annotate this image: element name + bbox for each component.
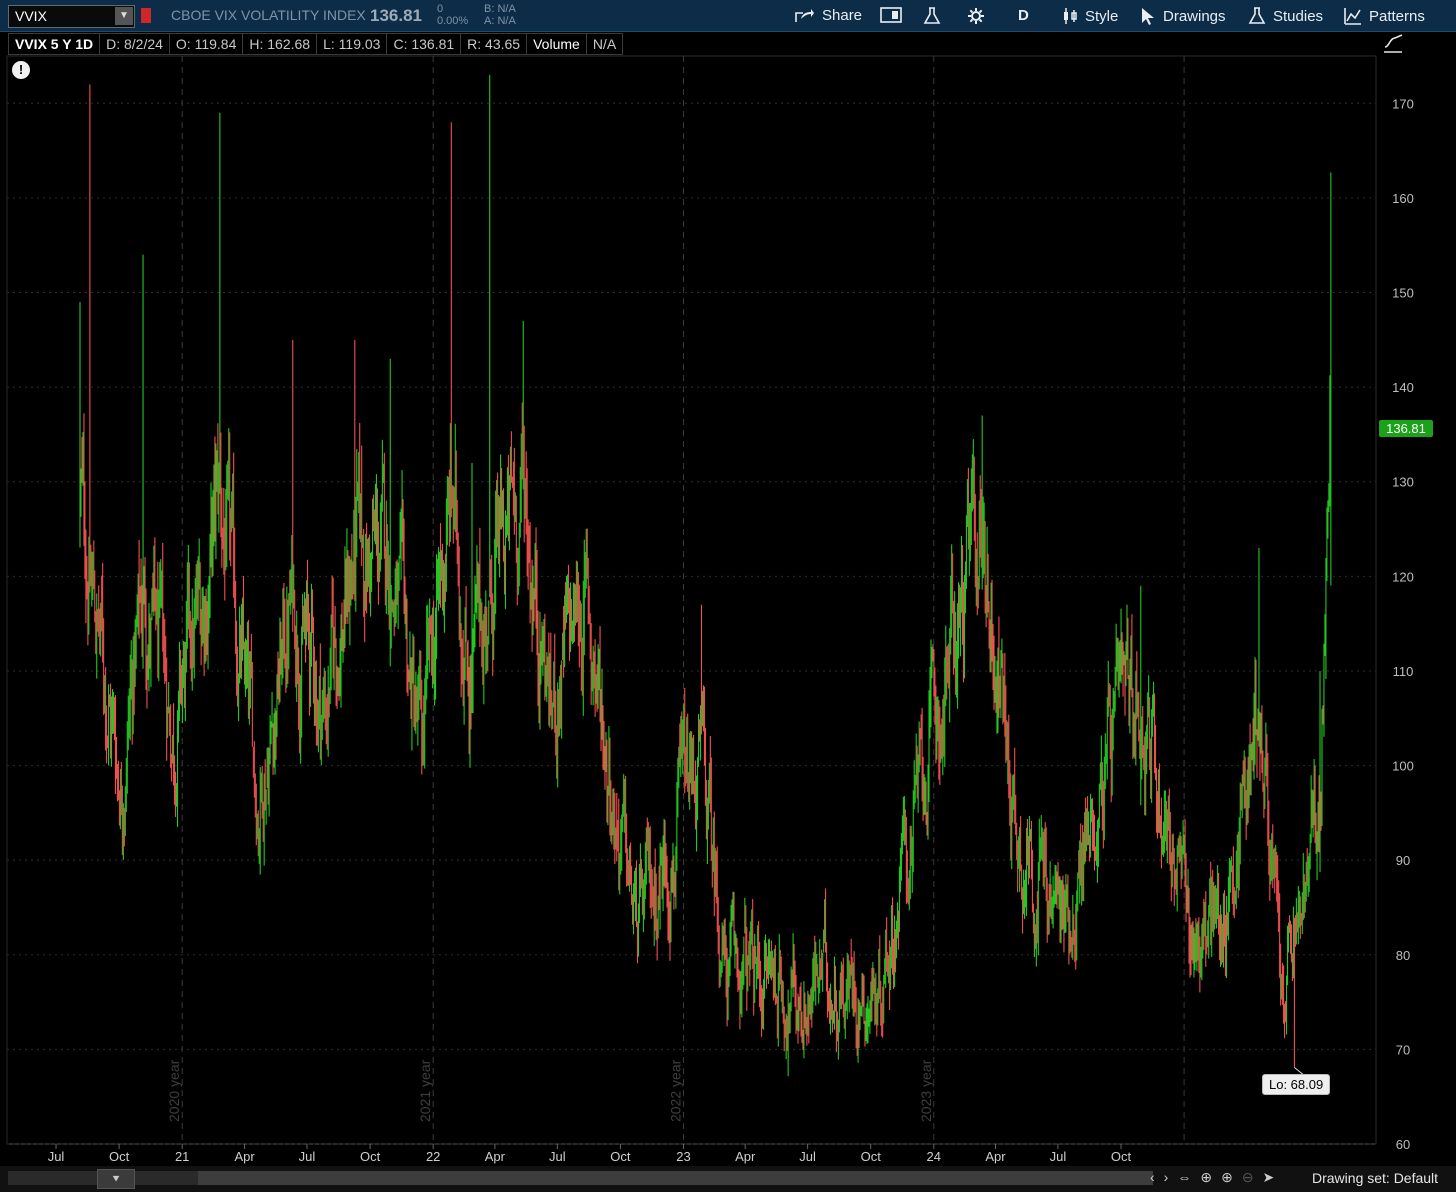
scroll-right-icon[interactable]: ›	[1164, 1169, 1169, 1186]
expand-down-button[interactable]: ⯆	[97, 1169, 135, 1189]
chart-name: VVIX 5 Y 1D	[8, 33, 101, 55]
volume-label: Volume	[526, 33, 587, 55]
x-tick-label: 24	[927, 1149, 941, 1164]
x-tick-label: Oct	[1111, 1149, 1132, 1164]
trendline-icon	[1384, 34, 1403, 53]
x-tick-label: Oct	[109, 1149, 130, 1164]
x-tick-label: Oct	[861, 1149, 882, 1164]
x-tick-label: Jul	[48, 1149, 65, 1164]
study-toggle-button[interactable]	[1382, 33, 1404, 58]
year-marker-label: 2021 year	[417, 1059, 433, 1122]
y-tick-label: 90	[1396, 853, 1410, 868]
year-marker-label: 2023 year	[918, 1059, 934, 1122]
x-tick-label: Jul	[1050, 1149, 1067, 1164]
bar-open: O: 119.84	[168, 33, 244, 55]
alert-icon[interactable]: !	[12, 61, 30, 79]
y-tick-label: 170	[1392, 96, 1414, 111]
drawing-set-label: Drawing set: Default	[1312, 1170, 1439, 1186]
y-tick-label: 120	[1392, 569, 1414, 584]
year-marker-label: 2020 year	[166, 1059, 182, 1122]
horizontal-grid	[7, 102, 1376, 1145]
y-tick-label: 70	[1396, 1042, 1410, 1057]
chevron-down-icon: ⯆	[111, 1172, 121, 1186]
scroll-thumb[interactable]	[198, 1171, 1153, 1185]
year-marker-label: 2022 year	[667, 1059, 683, 1122]
pointer-icon[interactable]: ➤	[1263, 1169, 1275, 1186]
price-chart[interactable]: 60 70 80 90 100 110 120 130 140 150 160 170 Jul Oct 2…	[0, 0, 1456, 1166]
bar-range: R: 43.65	[460, 33, 528, 55]
y-tick-label: 150	[1392, 286, 1414, 301]
volume-value: N/A	[585, 33, 624, 55]
y-tick-label: 130	[1392, 475, 1414, 490]
year-markers: 2020 year 2021 year 2022 year 2023 year	[166, 1059, 934, 1122]
y-tick-label: 140	[1392, 380, 1414, 395]
time-scrollbar[interactable]	[8, 1171, 1153, 1185]
last-price-tag: 136.81	[1379, 420, 1433, 437]
x-tick-label: Apr	[485, 1149, 506, 1164]
x-tick-label: 21	[175, 1149, 189, 1164]
scroll-left-icon[interactable]: ‹	[1150, 1169, 1155, 1186]
x-axis-labels: Jul Oct 21 Apr Jul Oct 22 Apr Jul Oct 23 Apr Jul Oct 2…	[48, 1144, 1132, 1164]
low-price-tag: Lo: 68.09	[1262, 1074, 1331, 1095]
y-tick-label: 160	[1392, 191, 1414, 206]
nav-controls: ‹ › ⇔ ⊕ ⊕ ⊖ ➤	[1150, 1169, 1274, 1186]
y-tick-label: 60	[1396, 1137, 1410, 1152]
bar-low: L: 119.03	[316, 33, 388, 55]
y-tick-label: 100	[1392, 759, 1414, 774]
x-tick-label: Jul	[799, 1149, 816, 1164]
bar-date: D: 8/2/24	[99, 33, 170, 55]
expand-horizontal-icon[interactable]: ⇔	[1177, 1169, 1191, 1186]
candles	[79, 74, 1332, 1077]
x-tick-label: Oct	[360, 1149, 381, 1164]
x-tick-label: Oct	[610, 1149, 631, 1164]
x-tick-label: 23	[676, 1149, 690, 1164]
x-tick-label: Apr	[985, 1149, 1006, 1164]
y-axis-labels: 60 70 80 90 100 110 120 130 140 150 160 170	[1392, 96, 1414, 1152]
x-tick-label: Jul	[549, 1149, 566, 1164]
bar-close: C: 136.81	[386, 33, 462, 55]
bar-high: H: 162.68	[242, 33, 318, 55]
bottom-bar: ⯆ ‹ › ⇔ ⊕ ⊕ ⊖ ➤ Drawing set: Default	[0, 1166, 1456, 1192]
x-tick-label: 22	[426, 1149, 440, 1164]
plot-frame	[6, 55, 1377, 1145]
x-tick-label: Jul	[299, 1149, 316, 1164]
y-tick-label: 80	[1396, 948, 1410, 963]
y-tick-label: 110	[1393, 664, 1414, 679]
x-tick-label: Apr	[234, 1149, 255, 1164]
crosshair-icon[interactable]: ⊕	[1200, 1169, 1212, 1186]
zoom-out-icon[interactable]: ⊖	[1242, 1169, 1254, 1186]
zoom-in-icon[interactable]: ⊕	[1221, 1169, 1233, 1186]
info-bar: VVIX 5 Y 1D D: 8/2/24 O: 119.84 H: 162.6…	[8, 33, 624, 55]
x-tick-label: Apr	[735, 1149, 756, 1164]
